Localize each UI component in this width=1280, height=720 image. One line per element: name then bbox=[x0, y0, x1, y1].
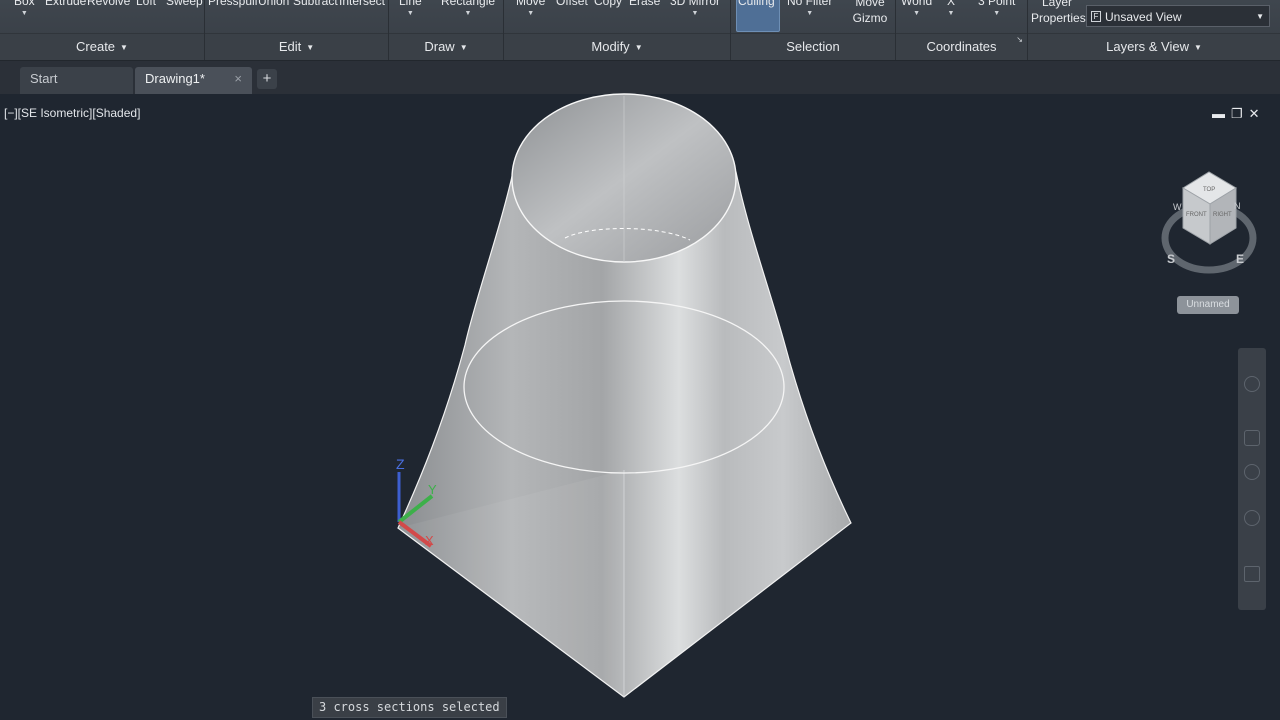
compass-n-label[interactable]: N bbox=[1234, 201, 1241, 211]
orbit-icon[interactable] bbox=[1244, 510, 1260, 526]
compass-e-label[interactable]: E bbox=[1236, 252, 1244, 266]
ucs-menu-button[interactable]: Unnamed bbox=[1177, 296, 1239, 314]
navigation-bar bbox=[1238, 348, 1266, 610]
viewcube[interactable]: TOP FRONT RIGHT S E N W bbox=[1161, 171, 1257, 274]
viewport-controls-label[interactable]: [−][SE Isometric][Shaded] bbox=[4, 106, 140, 120]
ucs-z-label: Z bbox=[396, 456, 405, 472]
viewcube-right-label: RIGHT bbox=[1213, 212, 1232, 218]
showmotion-icon[interactable] bbox=[1244, 566, 1260, 582]
model-canvas[interactable]: Z Y X TOP FRONT RIGHT S E N W bbox=[0, 0, 1280, 720]
command-prompt-message: 3 cross sections selected bbox=[312, 697, 507, 718]
minimize-icon[interactable]: ▬ bbox=[1212, 106, 1231, 121]
steering-wheel-icon[interactable] bbox=[1244, 376, 1260, 392]
pan-icon[interactable] bbox=[1244, 430, 1260, 446]
viewport-window-controls: ▬❐✕ bbox=[1212, 106, 1266, 122]
viewcube-front-label: FRONT bbox=[1186, 212, 1207, 218]
close-icon[interactable]: ✕ bbox=[1249, 106, 1266, 121]
zoom-icon[interactable] bbox=[1244, 464, 1260, 480]
compass-s-label[interactable]: S bbox=[1167, 252, 1175, 266]
viewcube-top-label: TOP bbox=[1203, 187, 1215, 193]
restore-icon[interactable]: ❐ bbox=[1231, 106, 1249, 121]
ucs-y-label: Y bbox=[428, 482, 437, 497]
ucs-x-label: X bbox=[425, 533, 434, 548]
compass-w-label[interactable]: W bbox=[1173, 202, 1182, 212]
